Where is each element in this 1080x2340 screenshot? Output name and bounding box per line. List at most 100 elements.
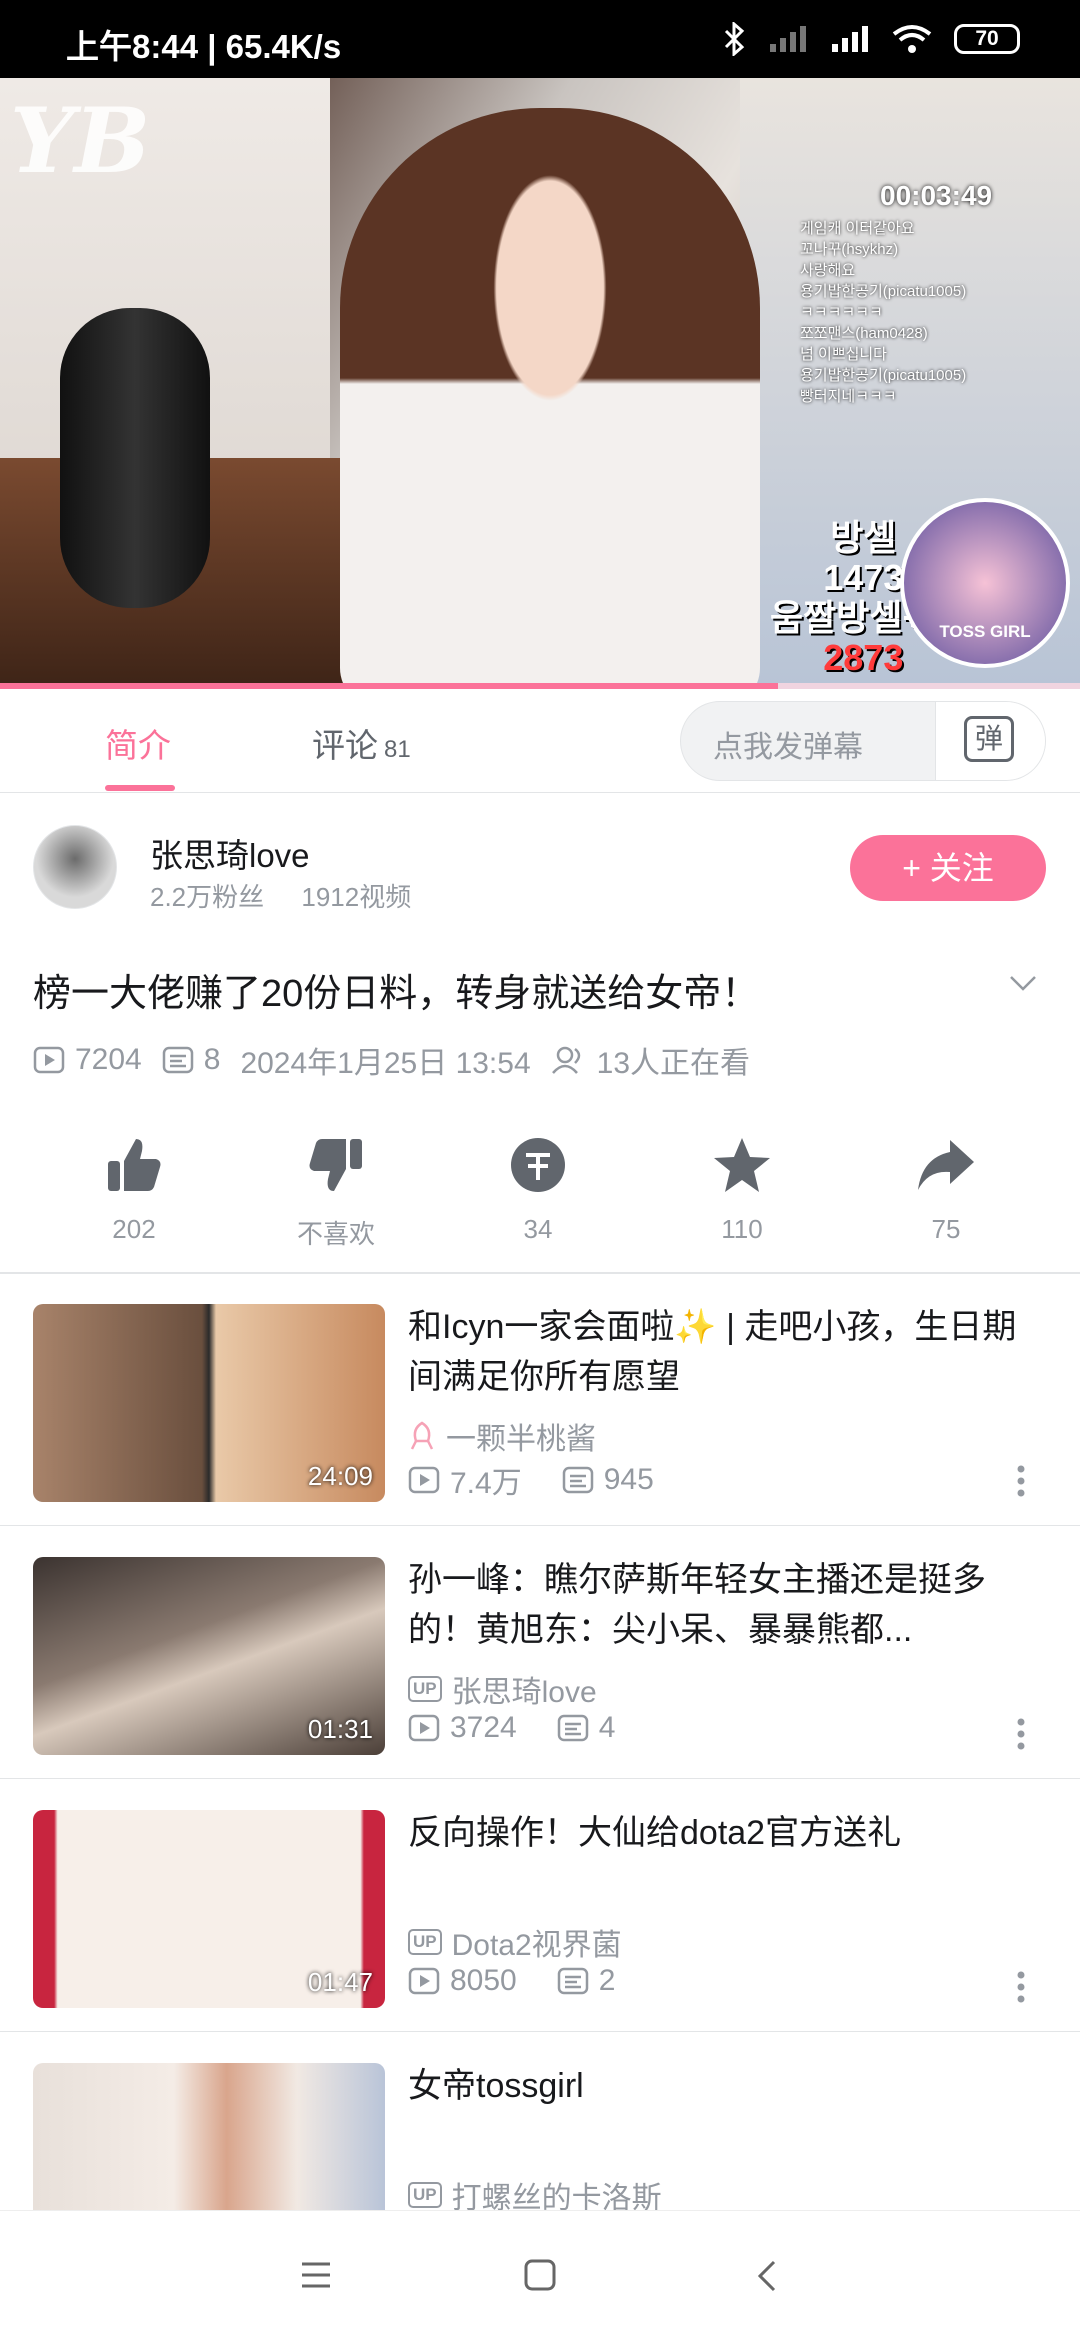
video-watermark-logo: YB (10, 88, 151, 194)
dislike-label: 不喜欢 (296, 1219, 375, 1249)
related-views: 3724 (450, 1711, 517, 1744)
video-meta: 7204 8 2024年1月25日 13:54 13人正在看 (33, 1038, 770, 1082)
share-button[interactable]: 75 (866, 1130, 1026, 1245)
publish-date: 2024年1月25日 13:54 (240, 1047, 531, 1080)
badge-label: TOSS GIRL (939, 622, 1031, 641)
more-vertical-icon[interactable] (1016, 1464, 1026, 1498)
tab-comments-count: 81 (384, 736, 411, 763)
up-badge-icon: UP (408, 1676, 442, 1702)
related-video-item[interactable]: 01:31 孙一峰：瞧尔萨斯年轻女主播还是挺多的！黄旭东：尖小呆、暴暴熊都...… (0, 1527, 1080, 1779)
related-title[interactable]: 和Icyn一家会面啦✨ | 走吧小孩，生日期间满足你所有愿望 (408, 1302, 1038, 1402)
up-badge-icon: UP (408, 2182, 442, 2208)
detail-tabs: 简介 评论 81 点我发弹幕 弹 (0, 689, 1080, 793)
view-count: 7204 (33, 1043, 142, 1077)
chat-line: 게임캐 이터같아요 (800, 220, 915, 237)
related-stats: 8050 2 (408, 1964, 655, 1998)
related-author: UP Dota2视界菌 (408, 1920, 622, 1964)
video-title: 榜一大佬赚了20份日料，转身就送给女帝！ (33, 973, 760, 1015)
more-vertical-icon[interactable] (1016, 1717, 1026, 1751)
back-icon[interactable] (756, 2259, 778, 2293)
danmaku-count-icon (557, 1967, 588, 1995)
danmaku-count-value: 8 (203, 1043, 221, 1076)
tab-intro[interactable]: 简介 (105, 719, 171, 767)
battery-indicator: 70 (954, 24, 1020, 54)
related-views: 8050 (450, 1964, 517, 1997)
signal-hd-icon (832, 26, 868, 52)
watching-value: 13人正在看 (596, 1047, 751, 1080)
danmaku-count-icon (557, 1714, 588, 1742)
related-video-item[interactable]: 24:09 和Icyn一家会面啦✨ | 走吧小孩，生日期间满足你所有愿望 一颗半… (0, 1274, 1080, 1526)
coin-button[interactable]: 34 (458, 1130, 618, 1245)
related-thumbnail[interactable]: 24:09 (33, 1304, 385, 1502)
related-author-name: 一颗半桃酱 (446, 1423, 596, 1456)
follow-button[interactable]: + 关注 (850, 835, 1046, 901)
danmaku-icon: 弹 (964, 716, 1014, 762)
status-icons: 70 (722, 22, 1020, 56)
like-count: 202 (112, 1214, 156, 1244)
chat-line: ㅋㅋㅋㅋㅋㅋ (800, 304, 883, 321)
video-player[interactable]: YB 00:03:49 게임캐 이터같아요 꼬나꾸(hsykhz) 사랑해요 용… (0, 78, 1080, 687)
video-overlay-timer: 00:03:49 (880, 180, 993, 211)
related-video-item[interactable]: 01:47 反向操作！大仙给dota2官方送礼 UP Dota2视界菌 8050… (0, 1780, 1080, 2032)
related-views: 7.4万 (450, 1467, 522, 1500)
play-count-icon (408, 1714, 440, 1742)
tab-comments-label: 评论 (312, 727, 378, 764)
related-author-name: 张思琦love (451, 1676, 597, 1709)
thumbs-down-icon (309, 1139, 362, 1191)
chat-line: 쪼쪼맨스(ham0428) (800, 325, 928, 342)
related-danmaku: 2 (598, 1964, 616, 1997)
uploader-avatar[interactable] (33, 825, 117, 909)
favorite-button[interactable]: 110 (662, 1130, 822, 1245)
related-author-name: Dota2视界菌 (451, 1929, 622, 1962)
signal-icon (770, 26, 806, 52)
rocket-icon (410, 1421, 434, 1450)
bluetooth-icon (724, 22, 745, 56)
status-time: 上午8:44 | 65.4K/s (66, 28, 342, 65)
thumbs-up-icon (108, 1139, 161, 1191)
home-icon[interactable] (524, 2259, 556, 2291)
star-icon (714, 1138, 770, 1192)
view-count-value: 7204 (75, 1043, 142, 1076)
related-author: UP 张思琦love (408, 1667, 597, 1711)
chevron-down-icon[interactable] (1008, 968, 1038, 998)
play-count-icon (408, 1967, 440, 1995)
dislike-button[interactable]: 不喜欢 (256, 1130, 416, 1251)
up-badge-icon: UP (408, 1929, 442, 1955)
related-duration: 01:31 (307, 1714, 373, 1744)
like-button[interactable]: 202 (54, 1130, 214, 1245)
related-duration: 24:09 (307, 1461, 373, 1491)
more-vertical-icon[interactable] (1016, 1970, 1026, 2004)
danmaku-input[interactable]: 点我发弹幕 弹 (680, 701, 1046, 781)
danmaku-count: 8 (162, 1043, 221, 1077)
related-author: 一颗半桃酱 (408, 1414, 596, 1458)
related-title[interactable]: 孙一峰：瞧尔萨斯年轻女主播还是挺多的！黄旭东：尖小呆、暴暴熊都... (408, 1555, 1038, 1655)
related-danmaku: 4 (598, 1711, 616, 1744)
related-title[interactable]: 反向操作！大仙给dota2官方送礼 (408, 1808, 1038, 1858)
uploader-fans: 2.2万粉丝 (150, 882, 265, 912)
related-thumbnail[interactable]: 01:47 (33, 1810, 385, 2008)
danmaku-placeholder: 点我发弹幕 (713, 731, 863, 764)
danmaku-toggle-button[interactable]: 弹 (935, 702, 1045, 780)
watching-icon (551, 1046, 580, 1074)
wifi-icon (892, 25, 932, 53)
tab-comments[interactable]: 评论 81 (312, 719, 411, 767)
danmaku-count-icon (162, 1046, 193, 1074)
menu-icon[interactable] (300, 2261, 332, 2289)
uploader-name[interactable]: 张思琦love (150, 829, 310, 877)
chat-line: 넘 이쁘십니다 (800, 346, 887, 363)
uploader-stats: 2.2万粉丝 1912视频 (150, 877, 441, 914)
chat-line: 용기밥한공기(picatu1005) (800, 283, 967, 300)
action-bar: 202 不喜欢 34 110 75 (0, 1120, 1080, 1270)
system-nav-bar (0, 2210, 1080, 2340)
watching-count: 13人正在看 (551, 1038, 750, 1082)
related-thumbnail[interactable]: 01:31 (33, 1557, 385, 1755)
related-danmaku: 945 (603, 1463, 654, 1496)
video-frame-streamer (340, 108, 760, 687)
chat-line: 꼬나꾸(hsykhz) (800, 241, 899, 258)
related-stats: 3724 4 (408, 1711, 655, 1745)
related-title[interactable]: 女帝tossgirl (408, 2061, 1038, 2111)
video-frame-microphone (60, 308, 210, 608)
chat-line: 용기밥한공기(picatu1005) (800, 367, 967, 384)
play-count-icon (408, 1466, 440, 1494)
related-duration: 01:47 (307, 1967, 373, 1997)
